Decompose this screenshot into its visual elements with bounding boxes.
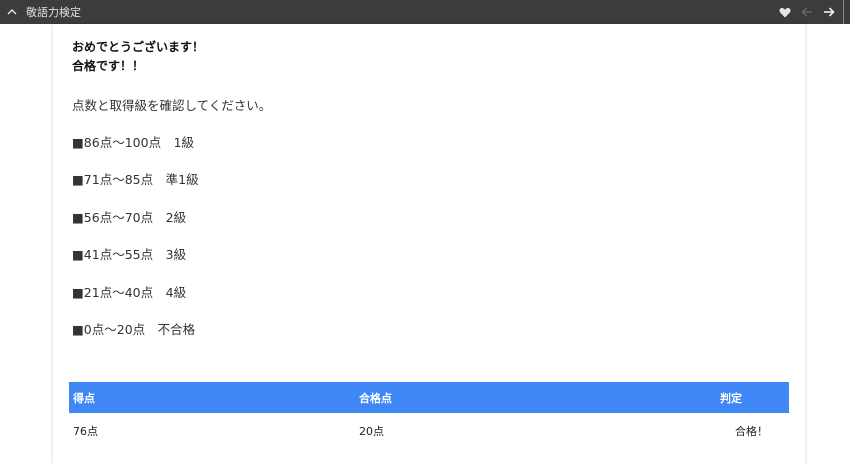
table-row: 76点 20点 合格！ — [69, 413, 789, 449]
header-judgement: 判定 — [720, 391, 742, 405]
instruction-text: 点数と取得級を確認してください。 — [72, 98, 272, 113]
heart-icon — [779, 7, 791, 17]
header-score: 得点 — [73, 391, 95, 405]
result-card: おめでとうございます！ 合格です！！ 点数と取得級を確認してください。 ■86点… — [53, 24, 805, 464]
cell-judgement: 合格！ — [735, 425, 768, 438]
grade-item: ■41点〜55点 3級 — [72, 247, 187, 262]
congrats-line: おめでとうございます！ — [72, 40, 205, 54]
top-bar: 敬語力検定 — [0, 0, 850, 24]
grade-item: ■56点〜70点 2級 — [72, 210, 187, 225]
arrow-left-icon — [801, 7, 812, 17]
result-table: 得点 合格点 判定 76点 20点 合格！ — [69, 382, 789, 449]
grade-item: ■0点〜20点 不合格 — [72, 322, 196, 337]
cell-passing-score: 20点 — [359, 425, 384, 438]
grade-item: ■86点〜100点 1級 — [72, 135, 195, 150]
favorite-button[interactable] — [774, 0, 796, 24]
header-passing-score: 合格点 — [359, 391, 392, 405]
chevron-up-icon — [7, 9, 17, 15]
back-button[interactable] — [796, 0, 818, 24]
grade-item: ■71点〜85点 準1級 — [72, 172, 199, 187]
pass-line: 合格です！！ — [72, 59, 145, 73]
cell-score: 76点 — [73, 425, 98, 438]
congrats-message: おめでとうございます！ 合格です！！ — [72, 38, 204, 76]
app-title: 敬語力検定 — [26, 6, 81, 19]
window-edge — [843, 0, 850, 24]
collapse-button[interactable] — [0, 0, 24, 24]
grade-item: ■21点〜40点 4級 — [72, 285, 187, 300]
table-header: 得点 合格点 判定 — [69, 382, 789, 413]
forward-button[interactable] — [818, 0, 840, 24]
arrow-right-icon — [824, 7, 835, 17]
